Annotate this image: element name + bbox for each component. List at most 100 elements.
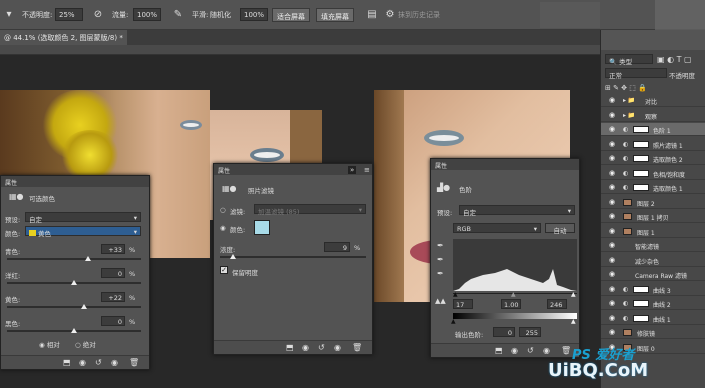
eye-icon[interactable]: ◉ [609, 154, 615, 162]
visibility-eye-icon[interactable]: ◉ [111, 358, 118, 367]
layer-row[interactable]: ◉ ◐ 照片滤镜 1 [601, 138, 705, 151]
layer-name[interactable]: 智能滤镜 [635, 242, 659, 251]
smoothing-value[interactable]: 随机化 [210, 10, 231, 20]
input-gamma-handle[interactable]: ▲ [511, 291, 516, 298]
eye-icon[interactable]: ◉ [609, 169, 615, 177]
layer-name[interactable]: 选取颜色 2 [653, 155, 683, 164]
preset-select[interactable]: 自定 ▾ [25, 212, 141, 224]
layer-name[interactable]: 图层 2 [637, 199, 655, 208]
eye-icon[interactable]: ◉ [609, 96, 615, 104]
output-white-handle[interactable]: ▲ [571, 318, 576, 325]
white-eyedropper-icon[interactable]: ✒ [437, 269, 444, 278]
color-radio[interactable]: ◉ [220, 224, 226, 232]
folder-icon[interactable]: ▸ 📁 [623, 97, 635, 104]
output-white-value[interactable]: 255 [519, 327, 541, 337]
layer-row[interactable]: ◉ 减少杂色 [601, 254, 705, 267]
view-previous-icon[interactable]: ◉ [511, 346, 518, 355]
layer-row[interactable]: ◉ ◐ 曲线 1 [601, 312, 705, 325]
layer-mask-thumbnail[interactable] [633, 155, 649, 162]
visibility-eye-icon[interactable]: ◉ [334, 343, 341, 352]
magenta-slider-handle[interactable] [71, 280, 77, 285]
layer-thumbnail[interactable] [623, 213, 632, 220]
output-black-value[interactable]: 0 [493, 327, 515, 337]
layer-name[interactable]: 图层 1 拷贝 [637, 213, 669, 222]
layer-row[interactable]: ◉ ▸ 📁 观察 [601, 109, 705, 122]
layer-name[interactable]: 曲线 1 [653, 315, 671, 324]
layer-mask-thumbnail[interactable] [633, 169, 649, 177]
airbrush-icon[interactable]: ✎ [172, 9, 184, 21]
layer-name[interactable]: 曲线 3 [653, 286, 671, 295]
layer-row[interactable]: ◉ Camera Raw 滤镜 [601, 268, 705, 281]
eye-icon[interactable]: ◉ [609, 198, 615, 206]
layer-thumbnail[interactable] [623, 227, 632, 235]
eye-icon[interactable]: ◉ [609, 241, 615, 249]
layer-name[interactable]: 色相/饱和度 [653, 170, 685, 179]
clip-to-layer-icon[interactable]: ⬒ [286, 343, 294, 352]
layer-name[interactable]: 观察 [645, 112, 657, 121]
view-previous-icon[interactable]: ◉ [79, 358, 86, 367]
color-swatch[interactable] [254, 220, 270, 235]
trash-icon[interactable]: 🗑 [561, 346, 571, 355]
reset-icon[interactable]: ↺ [95, 358, 102, 367]
eye-icon[interactable]: ◉ [609, 140, 615, 148]
layer-row[interactable]: ◉ 图层 2 [601, 196, 705, 209]
erase-to-history-label[interactable]: 抹到历史记录 [398, 10, 440, 20]
layer-row[interactable]: ◉ ▸ 📁 对比 [601, 94, 705, 107]
input-white-value[interactable]: 246 [547, 299, 567, 309]
view-previous-icon[interactable]: ◉ [302, 343, 309, 352]
density-value[interactable]: 9 [324, 242, 350, 252]
layer-name[interactable]: Camera Raw 滤镜 [635, 271, 687, 280]
layer-name[interactable]: 色阶 1 [653, 126, 671, 135]
black-slider-handle[interactable] [71, 328, 77, 333]
layer-thumbnail[interactable] [623, 329, 632, 336]
layer-row[interactable]: ◉ ◐ 色相/饱和度 [601, 167, 705, 180]
layer-row[interactable]: ◉ 智能滤镜 [601, 239, 705, 252]
expand-icon[interactable]: » [348, 166, 357, 174]
filter-radio[interactable]: ○ [220, 206, 226, 214]
radio-relative[interactable]: ◉ 相对 [39, 339, 60, 349]
fill-screen-button[interactable]: 填充屏幕 [316, 8, 354, 22]
eye-icon[interactable]: ◉ [609, 285, 615, 293]
eye-icon[interactable]: ◉ [609, 314, 615, 322]
layer-mask-thumbnail[interactable] [633, 300, 649, 307]
filter-select[interactable]: 加温滤镜 (85) ▾ [254, 204, 366, 216]
zoom-percent-field[interactable]: 100% [240, 8, 268, 21]
menu-icon[interactable]: ≡ [364, 166, 370, 174]
layer-row[interactable]: ◉ ◐ 色阶 1 [601, 123, 705, 136]
brush-mode-icon[interactable]: ▾ [3, 9, 15, 21]
black-value[interactable]: 0 [101, 316, 125, 326]
panel-tab[interactable]: 属性 [431, 159, 579, 170]
eye-icon[interactable]: ◉ [609, 328, 615, 336]
layer-mask-thumbnail[interactable] [633, 184, 649, 191]
input-white-handle[interactable]: ▲ [571, 291, 576, 298]
output-black-handle[interactable]: ▲ [451, 318, 456, 325]
eye-icon[interactable]: ◉ [609, 111, 615, 119]
layer-name[interactable]: 图层 0 [637, 344, 655, 353]
layer-row[interactable]: ◉ ◐ 选取颜色 1 [601, 181, 705, 194]
auto-button[interactable]: 自动 [545, 223, 575, 235]
colors-select[interactable]: 黄色 ▾ [25, 226, 141, 238]
layer-mask-thumbnail[interactable] [633, 126, 649, 133]
layer-name[interactable]: 照片滤镜 1 [653, 141, 683, 150]
reset-icon[interactable]: ↺ [318, 343, 325, 352]
layer-row[interactable]: ◉ ◐ 选取颜色 2 [601, 152, 705, 165]
folder-icon[interactable]: ▸ 📁 [623, 112, 635, 119]
fit-screen-button[interactable]: 适合屏幕 [272, 8, 310, 22]
flow-field[interactable]: 100% [133, 8, 161, 21]
layer-name[interactable]: 选取颜色 1 [653, 184, 683, 193]
visibility-eye-icon[interactable]: ◉ [543, 346, 550, 355]
layer-kind-filter[interactable]: 🔍 类型 [605, 54, 653, 66]
density-slider-handle[interactable] [230, 254, 236, 259]
layer-name[interactable]: 图层 1 [637, 228, 655, 237]
panel-tab[interactable]: 属性 [1, 176, 149, 187]
magenta-value[interactable]: 0 [101, 268, 125, 278]
yellow-value[interactable]: +22 [101, 292, 125, 302]
layer-mask-thumbnail[interactable] [633, 285, 649, 293]
trash-icon[interactable]: 🗑 [352, 343, 362, 352]
gear-icon[interactable]: ⚙ [384, 9, 396, 21]
pressure-opacity-icon[interactable]: ⊘ [92, 9, 104, 21]
trash-icon[interactable]: 🗑 [129, 358, 139, 367]
layer-row[interactable]: ◉ 图层 1 [601, 225, 705, 238]
eye-icon[interactable]: ◉ [609, 256, 615, 264]
eye-icon[interactable]: ◉ [609, 183, 615, 191]
